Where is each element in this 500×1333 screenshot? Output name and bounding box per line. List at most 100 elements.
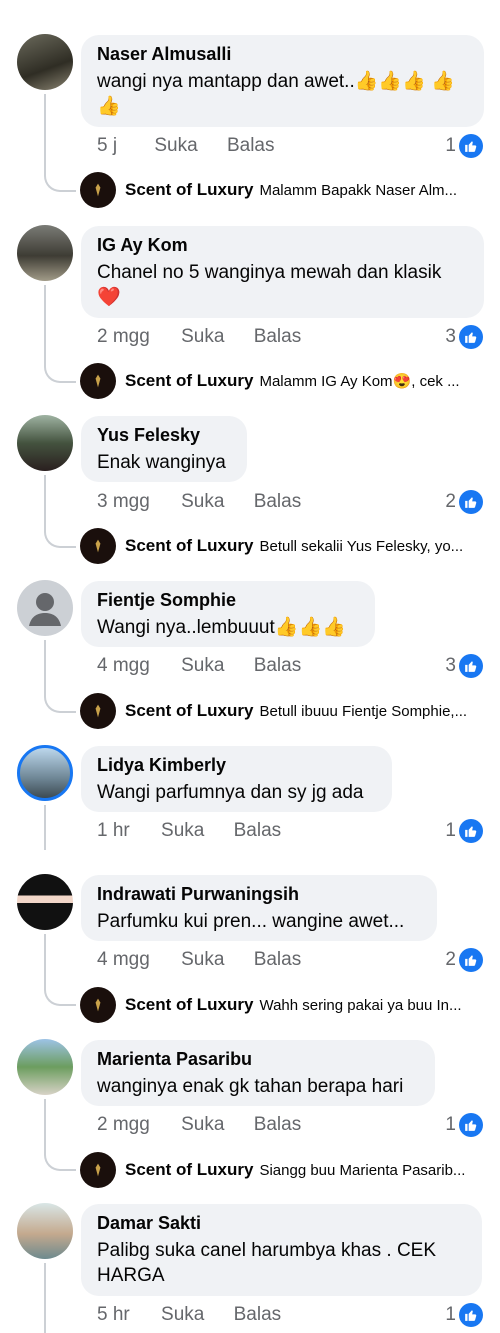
commenter-name[interactable]: Yus Felesky [97,424,231,446]
like-button[interactable]: Suka [181,1114,224,1135]
like-button[interactable]: Suka [161,1304,204,1325]
commenter-name[interactable]: Indrawati Purwaningsih [97,883,421,905]
reply-text: Siangg buu Marienta Pasarib... [259,1161,466,1179]
thread-line [44,94,46,174]
reply-preview[interactable]: Scent of Luxury Betull sekalii Yus Feles… [80,528,463,564]
comment-meta: 4 mgg Suka Balas [97,949,325,971]
avatar[interactable] [17,415,73,471]
comment-meta: 5 j Suka Balas [97,135,298,157]
commenter-name[interactable]: IG Ay Kom [97,234,468,256]
page-avatar [80,363,116,399]
reply-button[interactable]: Balas [227,135,275,156]
reply-author: Scent of Luxury [125,371,254,390]
reply-button[interactable]: Balas [234,820,282,841]
avatar[interactable] [17,580,73,636]
thread-line [44,285,46,365]
like-button[interactable]: Suka [181,491,224,512]
reply-preview[interactable]: Scent of Luxury Malamm Bapakk Naser Alm.… [80,172,457,208]
reply-text: Wahh sering pakai ya buu In... [259,996,462,1014]
reply-preview[interactable]: Scent of Luxury Malamm IG Ay Kom😍, cek .… [80,363,460,399]
comment-time[interactable]: 5 hr [97,1304,130,1325]
reply-button[interactable]: Balas [254,655,302,676]
like-button[interactable]: Suka [181,949,224,970]
reply-preview[interactable]: Scent of Luxury Betull ibuuu Fientje Som… [80,693,467,729]
reaction-count[interactable]: 1 [445,134,483,158]
reaction-count[interactable]: 3 [445,654,483,678]
reaction-count[interactable]: 1 [445,1113,483,1137]
thread-connector [44,528,76,548]
comment-meta: 2 mgg Suka Balas [97,326,325,348]
like-button[interactable]: Suka [181,326,224,347]
reply-text: Malamm Bapakk Naser Alm... [259,181,458,199]
thumbs-up-icon [459,325,483,349]
avatar[interactable] [17,225,73,281]
thumbs-up-icon [459,490,483,514]
comment-meta: 5 hr Suka Balas [97,1304,305,1326]
reply-button[interactable]: Balas [254,949,302,970]
like-button[interactable]: Suka [181,655,224,676]
reply-button[interactable]: Balas [254,326,302,347]
thumbs-up-icon [459,819,483,843]
avatar[interactable] [17,34,73,90]
comment-bubble: Fientje Somphie Wangi nya..lembuuut👍👍👍 [81,581,375,647]
reaction-count[interactable]: 3 [445,325,483,349]
comment-time[interactable]: 2 mgg [97,1114,150,1135]
page-avatar [80,987,116,1023]
like-button[interactable]: Suka [161,820,204,841]
comment-text: wanginya enak gk tahan berapa hari [97,1076,404,1097]
reaction-count[interactable]: 1 [445,1303,483,1327]
avatar[interactable] [17,874,73,930]
avatar[interactable] [17,1039,73,1095]
page-avatar [80,693,116,729]
commenter-name[interactable]: Damar Sakti [97,1212,466,1234]
comment-bubble: Damar Sakti Palibg suka canel harumbya k… [81,1204,482,1296]
thumbs-up-icon [459,1303,483,1327]
comment-bubble: Lidya Kimberly Wangi parfumnya dan sy jg… [81,746,392,812]
comment-bubble: Indrawati Purwaningsih Parfumku kui pren… [81,875,437,941]
thumbs-up-icon [459,134,483,158]
comment-bubble: Yus Felesky Enak wanginya [81,416,247,482]
comment-bubble: IG Ay Kom Chanel no 5 wanginya mewah dan… [81,226,484,318]
comment-meta: 3 mgg Suka Balas [97,491,325,513]
comment-time[interactable]: 3 mgg [97,491,150,512]
comment-meta: 2 mgg Suka Balas [97,1114,325,1136]
reply-preview[interactable]: Scent of Luxury Siangg buu Marienta Pasa… [80,1152,465,1188]
comment-time[interactable]: 2 mgg [97,326,150,347]
thread-line [44,475,46,530]
avatar[interactable] [17,745,73,801]
comment-bubble: Marienta Pasaribu wanginya enak gk tahan… [81,1040,435,1106]
comment-time[interactable]: 4 mgg [97,949,150,970]
commenter-name[interactable]: Naser Almusalli [97,43,468,65]
thread-line [44,640,46,695]
reply-preview[interactable]: Scent of Luxury Wahh sering pakai ya buu… [80,987,462,1023]
page-avatar [80,1152,116,1188]
reply-button[interactable]: Balas [254,1114,302,1135]
commenter-name[interactable]: Fientje Somphie [97,589,359,611]
comment-text: wangi nya mantapp dan awet..👍👍👍 👍👍 [97,71,455,117]
comment-text: Chanel no 5 wanginya mewah dan klasik ❤️ [97,262,442,308]
comment-text: Enak wanginya [97,452,226,473]
reply-text: Betull ibuuu Fientje Somphie,... [259,702,468,720]
thread-connector [44,363,76,383]
reaction-count[interactable]: 1 [445,819,483,843]
avatar[interactable] [17,1203,73,1259]
thread-connector [44,1151,76,1171]
default-profile-icon [29,593,61,626]
comment-time[interactable]: 1 hr [97,820,130,841]
like-button[interactable]: Suka [154,135,197,156]
reply-button[interactable]: Balas [234,1304,282,1325]
reply-author: Scent of Luxury [125,536,254,555]
comment-text: Palibg suka canel harumbya khas . CEK HA… [97,1240,437,1286]
commenter-name[interactable]: Lidya Kimberly [97,754,376,776]
reaction-count[interactable]: 2 [445,490,483,514]
reply-button[interactable]: Balas [254,491,302,512]
page-avatar [80,528,116,564]
comment-time[interactable]: 5 j [97,135,117,156]
thumbs-up-icon [459,948,483,972]
commenter-name[interactable]: Marienta Pasaribu [97,1048,419,1070]
thread-connector [44,986,76,1006]
reaction-count[interactable]: 2 [445,948,483,972]
thread-line [44,1099,46,1153]
comment-text: Parfumku kui pren... wangine awet... [97,911,405,932]
comment-time[interactable]: 4 mgg [97,655,150,676]
